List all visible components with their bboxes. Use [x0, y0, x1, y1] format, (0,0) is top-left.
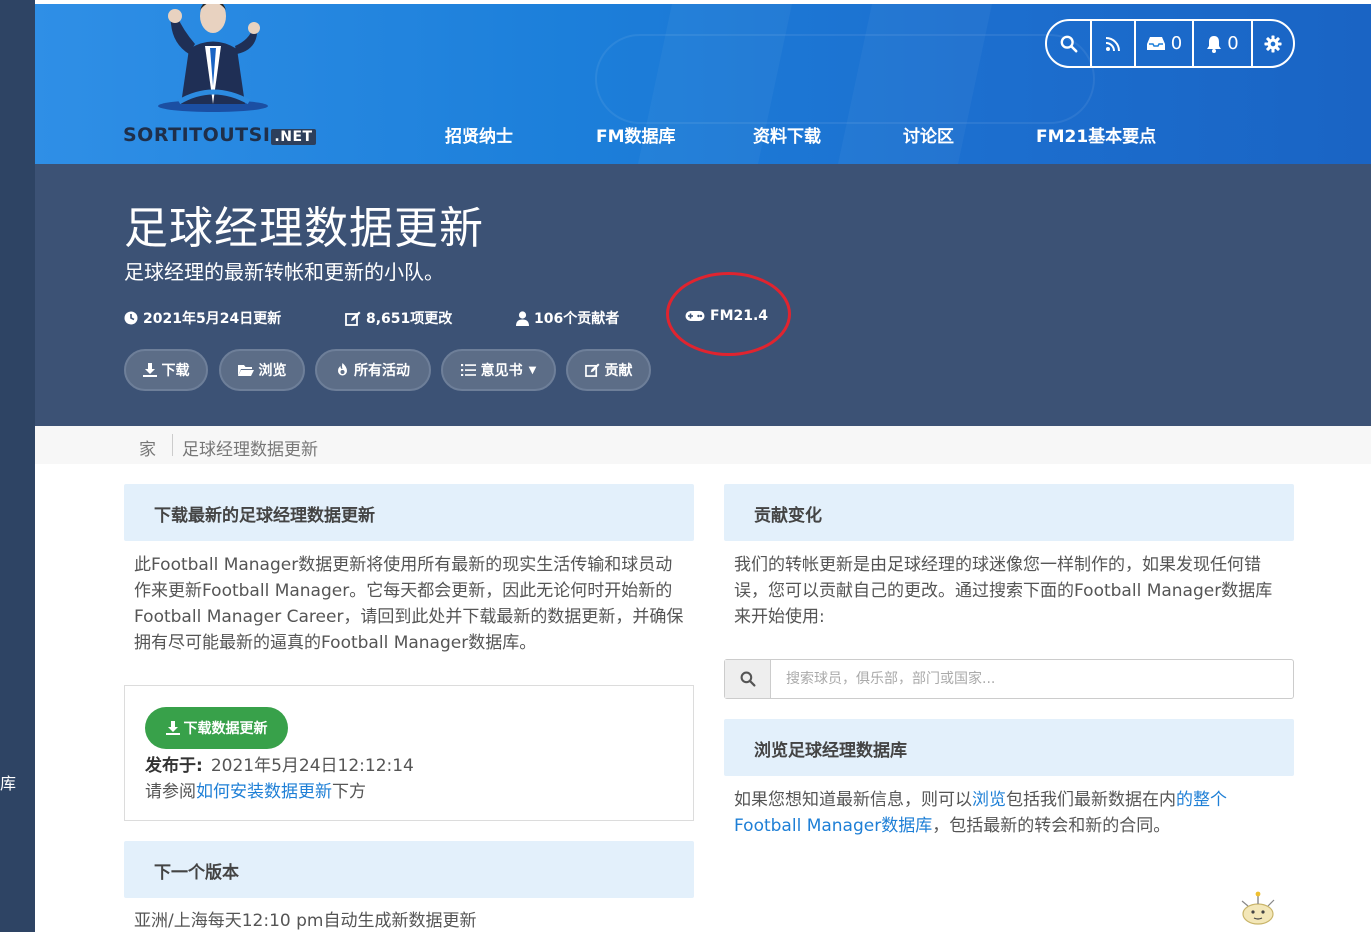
user-toolbar: 0 0 — [1045, 19, 1295, 68]
chevron-down-icon: ▼ — [528, 364, 537, 376]
download-card: 下载数据更新 发布于: 2021年5月24日12:12:14 请参阅如何安装数据更… — [124, 685, 694, 821]
download-update-button[interactable]: 下载数据更新 — [145, 707, 288, 749]
contribute-heading-text: 贡献变化 — [754, 506, 822, 526]
next-version-heading: 下一个版本 — [124, 841, 694, 898]
gear-icon — [1264, 34, 1282, 53]
list-icon — [460, 364, 476, 376]
download-description: 此Football Manager数据更新将使用所有最新的现实生活传输和球员动作… — [134, 555, 684, 653]
install-guide-line: 请参阅如何安装数据更新下方 — [145, 777, 366, 802]
fire-icon — [338, 363, 347, 376]
download-heading-text: 下载最新的足球经理数据更新 — [154, 506, 375, 526]
breadcrumb: 家 足球经理数据更新 — [35, 426, 1371, 464]
nav-item-fm21-essentials[interactable]: FM21基本要点 — [1036, 122, 1156, 147]
browse-text-mid: 包括我们最新数据在内 — [1006, 790, 1176, 810]
notifications-count: 0 — [1227, 33, 1239, 54]
meta-contributors: 106个贡献者 — [516, 308, 619, 328]
header-decoration — [595, 34, 1095, 124]
browse-panel-heading: 浏览足球经理数据库 — [724, 719, 1294, 776]
page-hero: 足球经理数据更新 足球经理的最新转帐和更新的小队。 2021年5月24日更新 8… — [35, 164, 1371, 426]
breadcrumb-current: 足球经理数据更新 — [182, 440, 318, 460]
contribute-description: 我们的转帐更新是由足球经理的球迷像您一样制作的，如果发现任何错误，您可以贡献自己… — [734, 555, 1273, 627]
install-guide-suffix: 下方 — [332, 782, 366, 802]
nav-item-recruit[interactable]: 招贤纳士 — [445, 122, 513, 147]
contribute-button-label: 贡献 — [604, 363, 633, 379]
published-line: 发布于: 2021年5月24日12:12:14 — [145, 751, 414, 776]
download-icon — [165, 721, 180, 735]
search-icon — [740, 671, 756, 687]
clock-icon — [124, 311, 138, 325]
all-activity-button-label: 所有活动 — [354, 363, 410, 379]
meta-contributors-text: 106个贡献者 — [534, 311, 620, 327]
logo-mascot-icon — [158, 4, 268, 112]
download-icon — [142, 363, 157, 377]
notifications-button[interactable]: 0 — [1192, 21, 1251, 66]
browse-heading-text: 浏览足球经理数据库 — [754, 741, 907, 761]
browse-text-prefix: 如果您想知道最新信息，则可以 — [734, 790, 972, 810]
edit-icon — [584, 363, 599, 377]
meta-updated: 2021年5月24日更新 — [124, 308, 281, 328]
browse-text-suffix: ，包括最新的转会和新的合同。 — [932, 816, 1171, 836]
next-version-text: 亚洲/上海每天12:10 pm自动生成新数据更新 — [134, 911, 477, 931]
install-guide-link[interactable]: 如何安装数据更新 — [196, 782, 332, 802]
meta-changes-text: 8,651项更改 — [366, 311, 453, 327]
search-button[interactable] — [1047, 21, 1090, 66]
all-activity-button[interactable]: 所有活动 — [315, 349, 431, 391]
contribute-panel-heading: 贡献变化 — [724, 484, 1294, 541]
search-addon — [725, 660, 771, 698]
page-subtitle: 足球经理的最新转帐和更新的小队。 — [124, 260, 444, 284]
folder-open-icon — [237, 364, 254, 376]
nav-item-forum[interactable]: 讨论区 — [903, 122, 954, 147]
breadcrumb-home[interactable]: 家 — [139, 435, 156, 460]
download-panel-heading: 下载最新的足球经理数据更新 — [124, 484, 694, 541]
site-header: SORTITOUTSI .NET 招贤纳士 FM数据库 资料下载 讨论区 FM21… — [35, 4, 1371, 164]
highlight-circle-annotation — [666, 272, 791, 356]
user-icon — [516, 310, 529, 326]
download-button-label: 下载 — [161, 363, 190, 379]
browse-button-label: 浏览 — [258, 363, 287, 379]
published-label: 发布于: — [145, 756, 203, 776]
feedback-dropdown-button[interactable]: 意见书 ▼ — [441, 349, 556, 391]
rss-icon — [1105, 36, 1120, 51]
page-title: 足球经理数据更新 — [124, 203, 484, 254]
contribute-button[interactable]: 贡献 — [566, 349, 651, 391]
download-update-label: 下载数据更新 — [183, 721, 268, 737]
left-side-strip: 库 — [0, 0, 35, 932]
floating-mascot-icon[interactable] — [1238, 890, 1278, 926]
inbox-count: 0 — [1170, 33, 1183, 54]
search-icon — [1060, 35, 1077, 52]
nav-item-fm-database[interactable]: FM数据库 — [596, 122, 676, 147]
side-strip-text: 库 — [0, 774, 17, 793]
inbox-icon — [1146, 37, 1165, 50]
rss-button[interactable] — [1090, 21, 1134, 66]
install-guide-prefix: 请参阅 — [145, 782, 196, 802]
breadcrumb-divider — [172, 434, 173, 456]
download-button[interactable]: 下载 — [124, 349, 208, 391]
database-search — [724, 659, 1294, 699]
browse-description: 如果您想知道最新信息，则可以浏览包括我们最新数据在内的整个Football Ma… — [734, 787, 1289, 839]
feedback-button-label: 意见书 — [480, 363, 523, 379]
browse-link[interactable]: 浏览 — [972, 790, 1006, 810]
bell-icon — [1207, 35, 1222, 53]
edit-icon — [345, 311, 361, 326]
published-value: 2021年5月24日12:12:14 — [210, 756, 414, 776]
browse-button[interactable]: 浏览 — [219, 349, 305, 391]
main-nav: 招贤纳士 FM数据库 资料下载 讨论区 FM21基本要点 — [35, 122, 1371, 152]
inbox-button[interactable]: 0 — [1134, 21, 1192, 66]
settings-button[interactable] — [1251, 21, 1293, 66]
meta-changes: 8,651项更改 — [345, 308, 452, 328]
nav-item-downloads[interactable]: 资料下载 — [753, 122, 821, 147]
next-version-heading-text: 下一个版本 — [154, 863, 239, 883]
meta-updated-text: 2021年5月24日更新 — [143, 311, 282, 327]
database-search-input[interactable] — [772, 660, 1292, 698]
